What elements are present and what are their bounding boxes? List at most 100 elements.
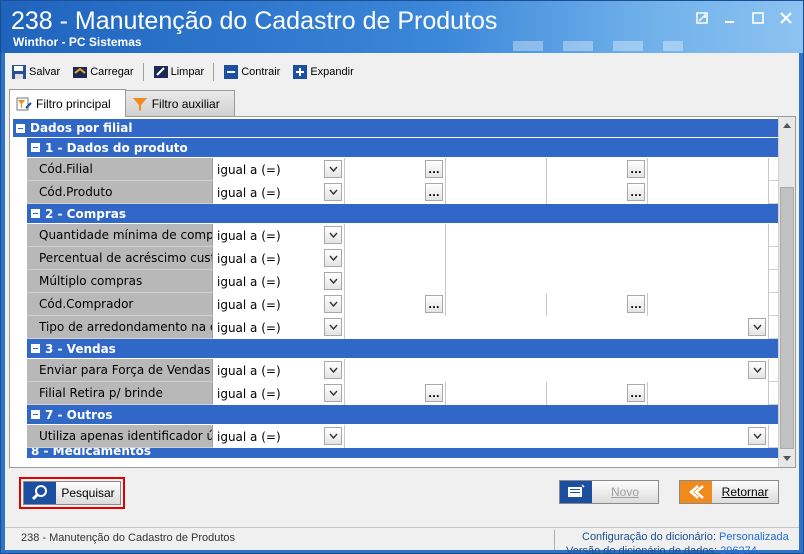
operator-value: igual a (=) (217, 185, 281, 200)
group-header-root[interactable]: Dados por filial (13, 119, 779, 138)
operator-combo[interactable]: igual a (=) (213, 359, 345, 382)
operator-value: igual a (=) (217, 162, 281, 177)
chevron-down-icon[interactable] (324, 160, 342, 178)
group-header[interactable]: 7 - Outros (27, 405, 779, 425)
operator-combo[interactable]: igual a (=) (213, 158, 345, 181)
group-header[interactable]: 3 - Vendas (27, 339, 779, 359)
load-button[interactable]: Carregar (66, 60, 139, 84)
value-combo[interactable] (345, 425, 769, 448)
value-extra (648, 293, 769, 316)
filter-grid: Dados por filial 1 - Dados do produto Có… (13, 119, 779, 458)
operator-value: igual a (=) (217, 429, 281, 444)
chevron-down-icon[interactable] (748, 361, 766, 379)
minimize-icon[interactable] (719, 9, 741, 27)
save-button[interactable]: Salvar (5, 60, 66, 84)
new-record-icon (560, 481, 592, 503)
collapse-button[interactable]: Contrair (217, 60, 286, 84)
collapse-box-icon[interactable] (31, 209, 40, 218)
ellipsis-icon[interactable]: ... (425, 295, 443, 313)
chevron-down-icon[interactable] (324, 361, 342, 379)
value-to-field[interactable]: ... (547, 293, 648, 316)
value-from-field[interactable]: ... (345, 382, 446, 405)
operator-combo[interactable]: igual a (=) (213, 293, 345, 316)
operator-combo[interactable]: igual a (=) (213, 224, 345, 247)
chevron-down-icon[interactable] (324, 384, 342, 402)
save-label: Salvar (29, 66, 61, 78)
new-button[interactable]: Novo (559, 480, 659, 504)
chevron-down-icon[interactable] (324, 295, 342, 313)
value-field[interactable] (345, 270, 446, 293)
chevron-down-icon[interactable] (324, 272, 342, 290)
toolbar-separator (213, 63, 215, 81)
row-label: Tipo de arredondamento na compra (27, 316, 213, 338)
filter-tabs: Filtro principal Filtro auxiliar (9, 89, 235, 117)
scroll-up-icon[interactable] (779, 117, 795, 134)
close-icon[interactable] (775, 9, 797, 27)
operator-combo[interactable]: igual a (=) (213, 382, 345, 405)
plus-icon (293, 65, 308, 79)
value-from-field[interactable]: ... (345, 181, 446, 204)
value-from-field[interactable]: ... (345, 158, 446, 181)
scrollbar-thumb[interactable] (780, 187, 794, 449)
ellipsis-icon[interactable]: ... (425, 160, 443, 178)
operator-combo[interactable]: igual a (=) (213, 247, 345, 270)
ellipsis-icon[interactable]: ... (627, 183, 645, 201)
chevron-down-icon[interactable] (324, 427, 342, 445)
group-title: 7 - Outros (45, 407, 113, 422)
group-header[interactable]: 1 - Dados do produto (27, 138, 779, 158)
value-extra (648, 382, 769, 405)
row-label: Percentual de acréscimo custo (27, 247, 213, 269)
vertical-scrollbar[interactable] (778, 117, 795, 467)
operator-combo[interactable]: igual a (=) (213, 425, 345, 448)
value-field[interactable] (345, 247, 446, 270)
value-extra (648, 158, 769, 181)
collapse-box-icon[interactable] (31, 410, 40, 419)
row-label: Cód.Comprador (27, 293, 213, 315)
value-combo[interactable] (345, 316, 769, 339)
chevron-down-icon[interactable] (324, 318, 342, 336)
ellipsis-icon[interactable]: ... (425, 183, 443, 201)
back-button[interactable]: Retornar (679, 480, 779, 504)
group-title: 1 - Dados do produto (45, 140, 188, 155)
value-to-field[interactable]: ... (547, 382, 648, 405)
row-label: Múltiplo compras (27, 270, 213, 292)
maximize-icon[interactable] (747, 9, 769, 27)
load-label: Carregar (90, 66, 134, 78)
operator-combo[interactable]: igual a (=) (213, 316, 345, 339)
ellipsis-icon[interactable]: ... (627, 295, 645, 313)
operator-value: igual a (=) (217, 363, 281, 378)
tab-main-filter[interactable]: Filtro principal (9, 89, 126, 117)
operator-combo[interactable]: igual a (=) (213, 270, 345, 293)
chevron-down-icon[interactable] (748, 318, 766, 336)
chevron-down-icon[interactable] (324, 183, 342, 201)
toolbar-separator (142, 63, 144, 81)
chevron-down-icon[interactable] (324, 226, 342, 244)
collapse-box-icon[interactable] (31, 143, 40, 152)
collapse-box-icon[interactable] (16, 123, 25, 133)
value-to-field[interactable]: ... (547, 158, 648, 181)
tab-aux-filter[interactable]: Filtro auxiliar (124, 90, 235, 116)
chevron-down-icon[interactable] (748, 427, 766, 445)
filter-row: Percentual de acréscimo custo igual a (=… (27, 247, 779, 270)
group-header[interactable]: 8 - Medicamentos (27, 448, 779, 458)
collapse-box-icon[interactable] (31, 344, 40, 353)
ellipsis-icon[interactable]: ... (627, 160, 645, 178)
value-from-field[interactable]: ... (345, 293, 446, 316)
filter-row: Cód.Filial igual a (=) ... ... (27, 158, 779, 181)
value-to-field[interactable]: ... (547, 181, 648, 204)
expand-button[interactable]: Expandir (286, 60, 359, 84)
value-field[interactable] (345, 224, 446, 247)
ellipsis-icon[interactable]: ... (627, 384, 645, 402)
operator-combo[interactable]: igual a (=) (213, 181, 345, 204)
group-title: 2 - Compras (45, 206, 126, 221)
search-button[interactable]: Pesquisar (23, 481, 121, 505)
clear-button[interactable]: Limpar (147, 60, 211, 84)
status-routine: 238 - Manutenção do Cadastro de Produtos (21, 532, 236, 544)
restore-icon[interactable] (691, 9, 713, 27)
value-extra (648, 181, 769, 204)
chevron-down-icon[interactable] (324, 249, 342, 267)
group-header[interactable]: 2 - Compras (27, 204, 779, 224)
value-combo[interactable] (345, 359, 769, 382)
scroll-down-icon[interactable] (779, 450, 795, 467)
ellipsis-icon[interactable]: ... (425, 384, 443, 402)
